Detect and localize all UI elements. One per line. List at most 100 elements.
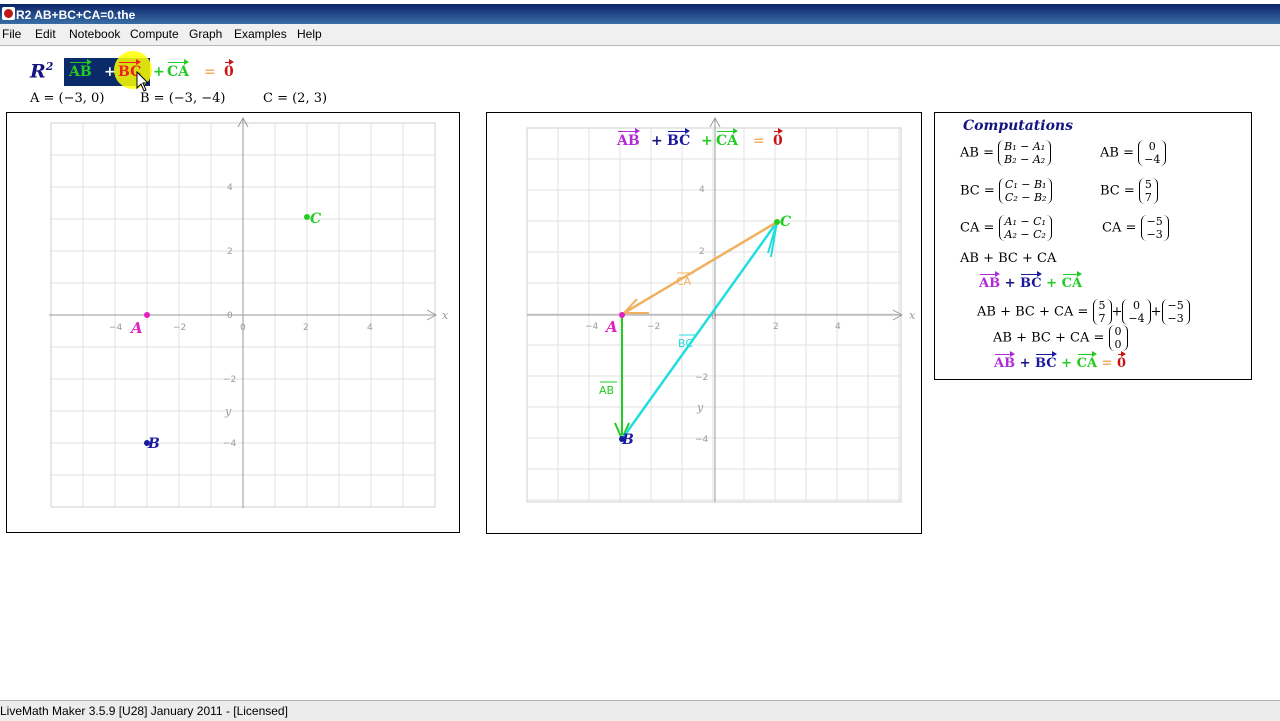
ab-result: AB = 0 −4 <box>1100 140 1167 166</box>
sum-zero-column: 00 <box>1108 325 1128 351</box>
app-icon <box>2 7 15 20</box>
menu-help[interactable]: Help <box>297 27 322 41</box>
y-tick-label: 4 <box>699 185 705 195</box>
point-c-label: C <box>780 214 791 230</box>
graph-title-plus-2: + <box>701 133 713 149</box>
graph-title-ab: AB <box>617 128 640 149</box>
point-a-definition[interactable]: A = (−3, 0) <box>30 91 104 106</box>
final-vector-equation: AB + BC + CA = 0 <box>994 351 1127 371</box>
point-a-label: A <box>129 319 143 337</box>
sum-substitution-lhs: AB + BC + CA = <box>977 304 1089 320</box>
vector-sum-ca: CA <box>1061 271 1083 291</box>
final-ab: AB <box>994 351 1016 371</box>
matrix-entry: 0 <box>1114 338 1122 351</box>
matrix-entry: 5 <box>1098 299 1106 312</box>
ca-formula: CA = A₁ − C₁ A₂ − C₂ <box>960 215 1052 241</box>
point-b-label: B <box>621 432 634 448</box>
final-equals: = <box>1101 356 1113 371</box>
graph-panel-vectors[interactable]: x y −4 −2 0 2 4 4 2 −2 −4 A B C AB BC CA… <box>486 112 922 534</box>
x-tick-label: 0 <box>240 323 246 333</box>
vectors-graph[interactable]: x y −4 −2 0 2 4 4 2 −2 −4 A B C AB BC CA <box>487 113 921 533</box>
sum-substitution: AB + BC + CA = 5 7 +0 −4 + −5 −3 <box>977 299 1190 325</box>
vector-ca[interactable] <box>623 220 778 315</box>
y-tick-label: 2 <box>699 247 705 257</box>
y-tick-label: 0 <box>227 311 233 321</box>
matrix-entry: 7 <box>1144 191 1152 204</box>
point-a[interactable] <box>619 312 625 318</box>
status-bar: LiveMath Maker 3.5.9 [U28] January 2011 … <box>0 700 1280 721</box>
eq-ca[interactable]: CA <box>167 59 190 80</box>
matrix-entry: −5 <box>1167 299 1184 312</box>
menu-graph[interactable]: Graph <box>189 27 222 41</box>
matrix-entry: B₂ − A₂ <box>1004 153 1046 166</box>
sum-column-2: 0 −4 <box>1122 299 1151 325</box>
space-r: R <box>30 60 46 83</box>
sum-zero-result: AB + BC + CA = 00 <box>993 325 1128 351</box>
graph-title-bc: BC <box>667 128 691 149</box>
matrix-entry: C₂ − B₂ <box>1004 191 1047 204</box>
y-axis-label: y <box>224 405 232 418</box>
vector-ab-label: AB <box>599 384 614 397</box>
final-plus-2: + <box>1061 356 1073 371</box>
sum-column-3: −5 −3 <box>1161 299 1190 325</box>
x-tick-label: 4 <box>367 323 373 333</box>
vector-bc-label: BC <box>678 337 693 350</box>
graph-panel-points[interactable]: x y −4 −2 0 2 4 4 2 0 −2 −4 A B C <box>6 112 460 533</box>
eq-plus-2: + <box>153 64 165 80</box>
graph-title-zero: 0 <box>773 128 783 149</box>
ab-formula-lhs: AB = <box>960 145 994 161</box>
x-axis-label: x <box>442 309 449 322</box>
matrix-entry: 0 <box>1114 325 1122 338</box>
x-tick-label: −2 <box>173 323 186 333</box>
final-zero: 0 <box>1117 351 1127 371</box>
ca-result-column: −5 −3 <box>1140 215 1169 241</box>
title-bar: R2 AB+BC+CA=0.the <box>0 0 1280 24</box>
final-ca: CA <box>1076 351 1098 371</box>
menu-file[interactable]: File <box>2 27 21 41</box>
matrix-entry: −5 <box>1146 215 1163 228</box>
point-a[interactable] <box>144 312 150 318</box>
bc-result: BC = 57 <box>1100 178 1158 204</box>
ab-formula-column: B₁ − A₁ B₂ − A₂ <box>998 140 1052 166</box>
y-tick-label: −2 <box>223 375 236 385</box>
x-tick-label: 2 <box>773 322 779 332</box>
vector-sum-bc: BC <box>1020 271 1042 291</box>
space-exponent: 2 <box>45 60 54 73</box>
bc-result-lhs: BC = <box>1100 183 1135 199</box>
bc-formula-lhs: BC = <box>960 183 995 199</box>
menu-compute[interactable]: Compute <box>130 27 179 41</box>
menu-notebook[interactable]: Notebook <box>69 27 120 41</box>
matrix-entry: A₁ − C₁ <box>1004 215 1046 228</box>
vector-sum-ab: AB <box>979 271 1001 291</box>
ab-formula: AB = B₁ − A₁ B₂ − A₂ <box>960 140 1052 166</box>
ca-result: CA = −5 −3 <box>1102 215 1169 241</box>
point-c-definition[interactable]: C = (2, 3) <box>263 91 327 106</box>
vector-ca-label: CA <box>676 275 692 288</box>
space-label: R2 <box>30 60 53 82</box>
graph-title-equals: = <box>753 133 765 149</box>
final-plus-1: + <box>1019 356 1031 371</box>
sum-zero-lhs: AB + BC + CA = <box>993 330 1105 346</box>
menu-examples[interactable]: Examples <box>234 27 287 41</box>
vector-sum-plus-2: + <box>1046 276 1058 291</box>
matrix-entry: 5 <box>1144 178 1152 191</box>
point-b-definition[interactable]: B = (−3, −4) <box>140 91 225 106</box>
computations-panel[interactable]: Computations AB = B₁ − A₁ B₂ − A₂ AB = 0−… <box>934 112 1252 380</box>
matrix-entry: −3 <box>1167 312 1184 325</box>
menu-bar: File Edit Notebook Compute Graph Example… <box>0 24 1280 46</box>
y-axis-label: y <box>696 401 704 414</box>
graph-title-plus-1: + <box>651 133 663 149</box>
eq-zero[interactable]: 0 <box>224 59 234 80</box>
points-graph[interactable]: x y −4 −2 0 2 4 4 2 0 −2 −4 A B C <box>7 113 459 532</box>
menu-edit[interactable]: Edit <box>35 27 56 41</box>
eq-plus-1: + <box>104 64 116 80</box>
eq-ab[interactable]: AB <box>69 59 92 80</box>
matrix-entry: A₂ − C₂ <box>1004 228 1046 241</box>
x-tick-label: 2 <box>303 323 309 333</box>
sum-plus-b: + <box>1150 304 1162 320</box>
vector-sum-plus-1: + <box>1004 276 1016 291</box>
matrix-entry: B₁ − A₁ <box>1004 140 1046 153</box>
y-tick-label: 2 <box>227 247 233 257</box>
bc-formula-column: C₁ − B₁ C₂ − B₂ <box>998 178 1053 204</box>
y-tick-label: 4 <box>227 183 233 193</box>
